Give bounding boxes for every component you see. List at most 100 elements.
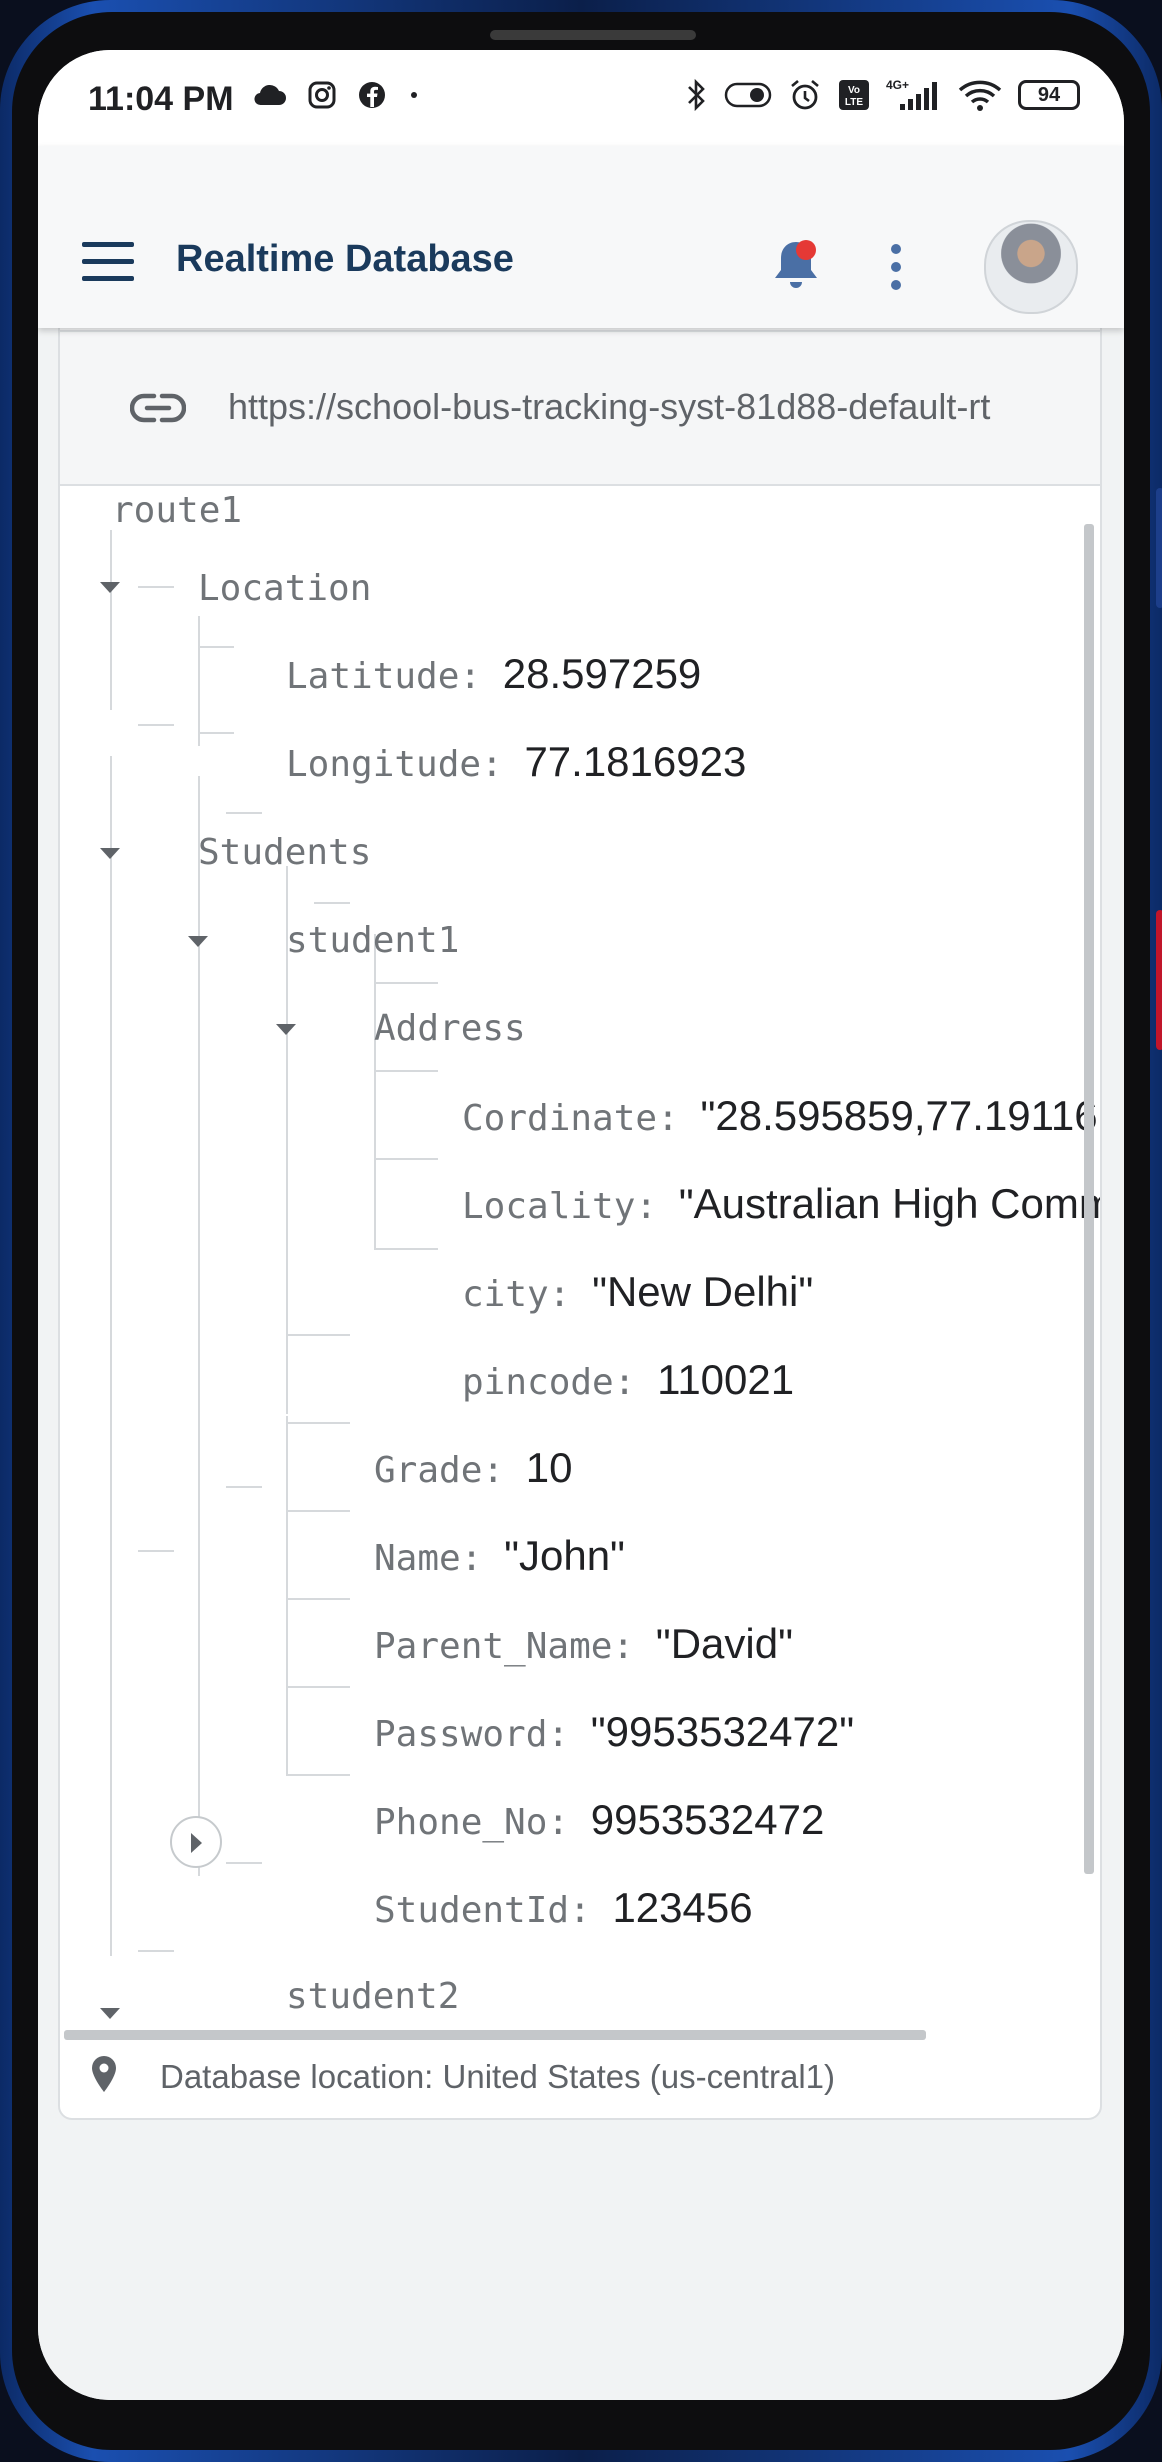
database-url-bar: https://school-bus-tracking-syst-81d88-d… [60, 332, 1100, 486]
tree-node-student2[interactable]: student2 [286, 1974, 459, 2019]
collapse-student1-caret[interactable] [188, 936, 208, 947]
node-value: 9953532472 [590, 1796, 825, 1843]
tree-leaf-name[interactable]: Name: "John" [374, 1534, 625, 1581]
collapse-driver-caret[interactable] [100, 2008, 120, 2019]
link-icon [130, 393, 186, 423]
user-avatar[interactable] [984, 220, 1078, 314]
more-options-icon[interactable] [888, 244, 904, 300]
tree-leaf-longitude[interactable]: Longitude: 77.1816923 [286, 740, 746, 787]
tree-connector [286, 1686, 350, 1688]
screen: 11:04 PM Vo LTE 4G+ 94 Realtime Database… [38, 50, 1124, 2400]
menu-button[interactable] [82, 242, 134, 282]
tree-connector [226, 1486, 262, 1488]
node-key: city [462, 1274, 549, 1315]
svg-text:4G+: 4G+ [886, 78, 909, 92]
volte-icon: VoLTE [839, 80, 869, 110]
tree-leaf-grade[interactable]: Grade: 10 [374, 1446, 572, 1493]
tree-connector [226, 1862, 262, 1864]
tree-connector [138, 586, 174, 588]
tree-connector [138, 1550, 174, 1552]
node-key: StudentId [374, 1890, 570, 1931]
node-key: Address [374, 1008, 526, 1049]
tree-leaf-locality[interactable]: Locality: "Australian High Comm [462, 1182, 1100, 1229]
node-key: Students [198, 832, 372, 873]
node-value: "New Delhi" [592, 1268, 814, 1315]
data-tree: route1 Location Latitude: 28.597259 Long… [60, 486, 1100, 2026]
tree-leaf-cordinate[interactable]: Cordinate: "28.595859,77.19116 [462, 1094, 1098, 1141]
tree-leaf-city[interactable]: city: "New Delhi" [462, 1270, 813, 1317]
cloud-icon [254, 84, 286, 106]
expand-student2-button[interactable] [170, 1816, 222, 1868]
tree-leaf-latitude[interactable]: Latitude: 28.597259 [286, 652, 701, 699]
instagram-icon [308, 81, 336, 109]
volume-button [1156, 488, 1162, 608]
node-value: "Australian High Comm [678, 1180, 1100, 1227]
bottom-area [38, 2140, 1124, 2400]
node-value: 123456 [612, 1884, 753, 1931]
collapse-location-caret[interactable] [100, 582, 120, 593]
tree-connector [374, 1070, 438, 1072]
page-title: Realtime Database [176, 238, 514, 280]
collapse-students-caret[interactable] [100, 848, 120, 859]
horizontal-scrollbar[interactable] [64, 2030, 926, 2040]
tree-leaf-parent-name[interactable]: Parent_Name: "David" [374, 1622, 793, 1669]
tree-node-location[interactable]: Location [198, 566, 371, 611]
tree-connector [198, 646, 234, 648]
tree-leaf-phone-no[interactable]: Phone_No: 9953532472 [374, 1798, 824, 1845]
tree-connector [286, 1598, 350, 1600]
dot-icon [411, 92, 417, 98]
tree-connector [110, 756, 112, 1516]
tree-connector [198, 776, 200, 1496]
vertical-scrollbar[interactable] [1084, 524, 1094, 1874]
node-key: student1 [286, 920, 460, 961]
tree-connector [286, 1334, 350, 1336]
tree-connector [198, 732, 234, 734]
tree-node-students[interactable]: Students [198, 830, 371, 875]
tree-connector [110, 1516, 112, 1956]
tree-node-address[interactable]: Address [374, 1006, 526, 1051]
phone-frame: 11:04 PM Vo LTE 4G+ 94 Realtime Database… [0, 0, 1162, 2462]
power-button [1156, 910, 1162, 1050]
wifi-icon [958, 80, 1002, 111]
node-value: 110021 [657, 1356, 795, 1403]
node-key: Longitude [286, 744, 482, 785]
tree-leaf-pincode[interactable]: pincode: 110021 [462, 1358, 794, 1405]
node-value: 10 [525, 1444, 573, 1491]
node-key: Grade [374, 1450, 483, 1491]
collapse-address-caret[interactable] [276, 1024, 296, 1035]
alarm-icon [791, 80, 819, 110]
notification-icons [253, 80, 421, 110]
node-key: Name [374, 1538, 461, 1579]
bluetooth-icon [688, 78, 705, 112]
signal-icon: 4G+ [886, 78, 937, 110]
battery-indicator: 94 [1018, 80, 1080, 110]
node-value: 77.1816923 [524, 738, 747, 785]
tree-leaf-student-id[interactable]: StudentId: 123456 [374, 1886, 753, 1933]
node-key: Phone_No [374, 1802, 548, 1843]
tree-node-student1[interactable]: student1 [286, 918, 459, 963]
svg-text:LTE: LTE [845, 97, 863, 108]
tree-connector [138, 724, 174, 726]
node-value: 28.597259 [502, 650, 702, 697]
database-location-footer: Database location: United States (us-cen… [60, 2054, 1100, 2118]
tree-connector [286, 1510, 350, 1512]
tree-node-route1[interactable]: route1 [112, 488, 242, 533]
location-pin-icon [92, 2056, 116, 2092]
tree-connector [138, 1950, 174, 1952]
earpiece-speaker [490, 30, 696, 40]
node-key: Location [198, 568, 372, 609]
tree-connector [286, 1416, 288, 1776]
app-bar [38, 146, 1124, 328]
database-card: https://school-bus-tracking-syst-81d88-d… [58, 276, 1102, 2120]
tree-connector [286, 1422, 350, 1424]
tree-connector [110, 530, 112, 710]
notifications-bell-icon[interactable] [768, 236, 824, 296]
status-bar: 11:04 PM Vo LTE 4G+ 94 [38, 50, 1124, 146]
tree-leaf-password[interactable]: Password: "9953532472" [374, 1710, 854, 1757]
node-value: "David" [655, 1620, 793, 1667]
database-url[interactable]: https://school-bus-tracking-syst-81d88-d… [228, 386, 990, 428]
node-key: route1 [112, 490, 243, 531]
node-key: student2 [286, 1976, 460, 2017]
tree-connector [374, 1158, 438, 1160]
tree-connector [374, 982, 438, 984]
